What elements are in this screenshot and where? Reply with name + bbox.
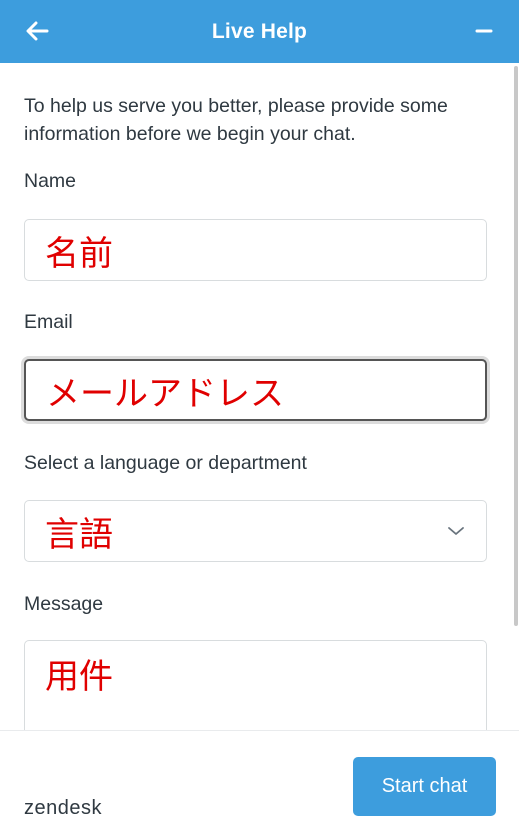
- footer: zendesk Start chat: [0, 730, 519, 835]
- header-bar: Live Help: [0, 0, 519, 63]
- form-body: To help us serve you better, please prov…: [0, 63, 519, 731]
- department-select-value: 言語: [45, 514, 113, 555]
- department-label: Select a language or department: [24, 452, 307, 474]
- back-button[interactable]: [22, 17, 52, 45]
- header-title: Live Help: [211, 19, 308, 43]
- email-field[interactable]: メールアドレス: [24, 359, 487, 421]
- message-field[interactable]: 用件: [24, 640, 487, 731]
- scrollbar-thumb[interactable]: [514, 66, 518, 626]
- live-help-widget: Live Help To help us serve you better, p…: [0, 0, 519, 835]
- minimize-button[interactable]: [469, 17, 499, 45]
- zendesk-logo[interactable]: zendesk: [24, 797, 102, 820]
- minus-icon: [475, 29, 493, 33]
- intro-text: To help us serve you better, please prov…: [24, 95, 448, 145]
- email-label: Email: [24, 311, 73, 333]
- department-select[interactable]: 言語: [24, 500, 487, 562]
- name-label: Name: [24, 170, 77, 192]
- chevron-down-icon: [448, 527, 464, 535]
- message-label: Message: [24, 593, 104, 615]
- arrow-left-icon: [26, 21, 49, 41]
- start-chat-button[interactable]: Start chat: [353, 757, 496, 816]
- name-field[interactable]: 名前: [24, 219, 487, 281]
